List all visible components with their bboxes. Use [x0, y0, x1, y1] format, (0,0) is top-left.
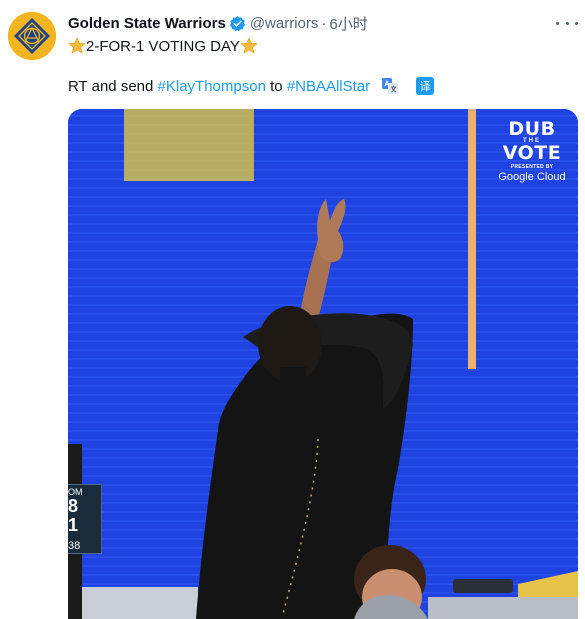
star-emoji-icon — [240, 37, 258, 55]
separator-dot: · — [321, 14, 327, 32]
more-options-icon[interactable] — [556, 14, 578, 32]
scoreboard-value-2: 1 — [68, 515, 79, 535]
vote-text: VOTE — [502, 142, 562, 164]
dub-the-vote-logo: DUB THE VOTE PRESENTED BY Google Cloud — [496, 118, 568, 184]
presented-by-text: PRESENTED BY — [510, 164, 554, 170]
display-name[interactable]: Golden State Warriors — [68, 15, 226, 32]
media-scene — [68, 109, 578, 619]
avatar[interactable] — [8, 12, 56, 60]
tweet-header: Golden State Warriors @warriors · 6小时 — [68, 13, 368, 33]
scoreboard-value-1: 8 — [68, 496, 79, 516]
text-middle: to — [265, 77, 287, 95]
google-translate-icon[interactable] — [382, 78, 399, 94]
tweet-card[interactable]: Golden State Warriors @warriors · 6小时 2-… — [0, 0, 585, 619]
verified-badge-icon — [229, 15, 246, 32]
text-prefix: RT and send — [68, 77, 158, 95]
translate-button[interactable]: 译 — [416, 77, 435, 95]
scoreboard: OM 8 1 38 — [68, 484, 102, 554]
handle[interactable]: @warriors — [250, 15, 319, 32]
sponsor-text: Google Cloud — [498, 171, 566, 183]
hashtag-klaythompson[interactable]: #KlayThompson — [158, 78, 266, 95]
dub-text: DUB — [508, 118, 556, 140]
voting-day-text: 2-FOR-1 VOTING DAY — [86, 37, 240, 55]
hashtag-nbaallstar[interactable]: #NBAAllStar — [287, 78, 370, 95]
timestamp[interactable]: 6小时 — [329, 13, 367, 34]
star-emoji-icon — [68, 37, 86, 55]
tweet-text-line-1: 2-FOR-1 VOTING DAY — [68, 36, 258, 56]
tweet-media-image[interactable]: DUB THE VOTE PRESENTED BY Google Cloud O… — [68, 109, 578, 619]
scoreboard-value-3: 38 — [68, 540, 81, 552]
warriors-logo-icon — [8, 12, 56, 60]
tweet-text-line-2: RT and send #KlayThompson to #NBAAllStar… — [68, 76, 435, 96]
